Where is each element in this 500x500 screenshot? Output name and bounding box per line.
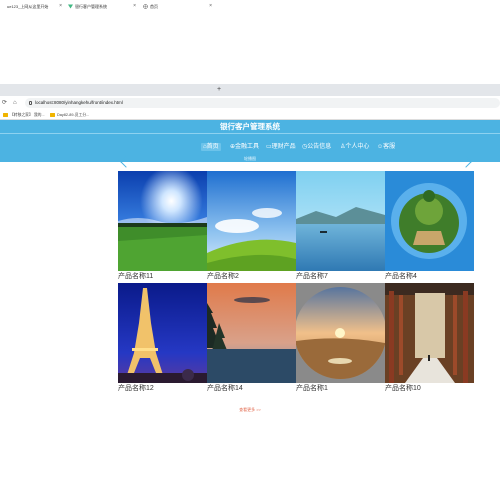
browser-tab-2[interactable]: 银行客户管理系统 × <box>65 1 139 12</box>
nav-item-notices[interactable]: ◷公告信息 <box>302 143 331 151</box>
browser-tab-3[interactable]: 首页 × <box>140 1 215 12</box>
folder-icon <box>3 113 8 117</box>
product-card[interactable]: 产品名称11 <box>118 171 207 281</box>
product-image-lake-mountains <box>296 171 385 271</box>
product-name[interactable]: 产品名称10 <box>385 384 474 393</box>
close-icon[interactable]: × <box>209 1 212 12</box>
product-image-eiffel-tower-night <box>118 283 207 383</box>
browser-tab-strip <box>0 84 500 96</box>
bookmark-item[interactable]: 【转移之家】 我的... <box>3 111 45 119</box>
product-name[interactable]: 产品名称14 <box>207 384 296 393</box>
nav-item-financial-tools[interactable]: ⊕金融工具 <box>230 143 259 151</box>
product-card[interactable]: 产品名称2 <box>207 171 296 281</box>
close-icon[interactable]: × <box>133 1 136 12</box>
browser-tab-1[interactable]: ue123_上网从这里开始 × <box>0 1 65 12</box>
product-card[interactable]: 产品名称12 <box>118 283 207 393</box>
tab-title: 银行客户管理系统 <box>75 4 107 9</box>
bookmark-label: Day82-89-员工分... <box>57 113 90 117</box>
home-icon[interactable]: ⌂ <box>13 97 17 109</box>
bookmark-label: 【转移之家】 我的... <box>10 113 45 117</box>
product-image-corridor <box>385 283 474 383</box>
new-tab-button[interactable]: + <box>217 85 221 95</box>
view-more-link[interactable]: 查看更多 >> <box>0 407 500 413</box>
nav-item-home[interactable]: ⌂首页 <box>201 143 221 151</box>
nav-item-profile[interactable]: ♙个人中心 <box>340 143 369 151</box>
nav-label: 个人中心 <box>345 144 370 150</box>
product-name[interactable]: 产品名称4 <box>385 272 474 281</box>
header-divider <box>0 133 500 134</box>
nav-label: 公告信息 <box>307 144 332 150</box>
product-name[interactable]: 产品名称7 <box>296 272 385 281</box>
site-title: 银行客户管理系统 <box>220 122 280 131</box>
tab-title: ue123_上网从这里开始 <box>7 4 49 9</box>
product-name[interactable]: 产品名称12 <box>118 384 207 393</box>
product-card[interactable]: 产品名称4 <box>385 171 474 281</box>
product-name[interactable]: 产品名称2 <box>207 272 296 281</box>
product-name[interactable]: 产品名称1 <box>296 384 385 393</box>
nav-label: 金融工具 <box>235 144 260 150</box>
product-card[interactable]: 产品名称10 <box>385 283 474 393</box>
vue-logo-icon <box>68 4 73 9</box>
globe-icon <box>143 4 148 9</box>
product-image-green-hills <box>207 171 296 271</box>
product-card[interactable]: 产品名称7 <box>296 171 385 281</box>
product-image-sunny-meadow <box>118 171 207 271</box>
product-image-desert-sunset <box>296 283 385 383</box>
product-image-crescent-moon-sunset <box>207 283 296 383</box>
carousel-caption: 轮播图 <box>244 156 256 161</box>
close-icon[interactable]: × <box>59 1 62 12</box>
url-text: localhost:8080/yinhangkehu/front/index.h… <box>35 100 123 105</box>
nav-label: 理财产品 <box>271 144 296 150</box>
product-card[interactable]: 产品名称14 <box>207 283 296 393</box>
bookmark-item[interactable]: Day82-89-员工分... <box>50 111 89 119</box>
product-card[interactable]: 产品名称1 <box>296 283 385 393</box>
nav-label: 首页 <box>206 144 219 150</box>
product-image-tiny-planet <box>385 171 474 271</box>
nav-item-service[interactable]: ☺客服 <box>377 143 395 151</box>
nav-item-products[interactable]: ▭理财产品 <box>266 143 296 151</box>
info-icon <box>29 101 32 105</box>
product-name[interactable]: 产品名称11 <box>118 272 207 281</box>
tab-title: 首页 <box>150 4 158 9</box>
nav-label: 客服 <box>383 144 396 150</box>
reload-icon[interactable]: ⟳ <box>2 97 7 109</box>
folder-icon <box>50 113 55 117</box>
address-bar[interactable]: localhost:8080/yinhangkehu/front/index.h… <box>25 98 500 108</box>
